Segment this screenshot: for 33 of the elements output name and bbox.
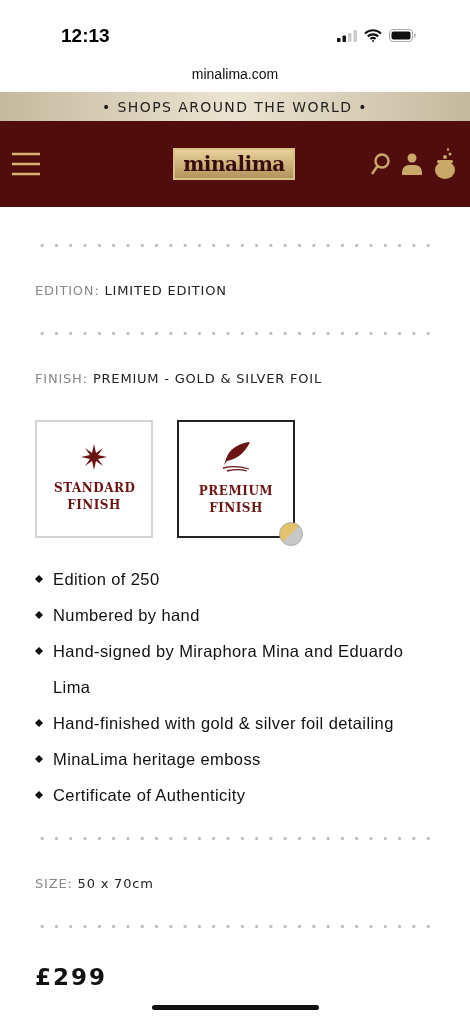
finish-label: FINISH: (35, 371, 88, 386)
feature-text: Numbered by hand (53, 605, 201, 626)
account-icon[interactable] (402, 153, 422, 175)
bullet-icon (35, 575, 43, 583)
search-icon[interactable] (370, 153, 390, 175)
edition-value: LIMITED EDITION (104, 283, 227, 298)
size-value: 50 x 70cm (77, 876, 154, 891)
edition-label: EDITION: (35, 283, 100, 298)
coin-icon (279, 522, 303, 546)
bullet-icon (35, 611, 43, 619)
finish-option[interactable]: PREMIUM FINISH (177, 420, 295, 538)
bullet-icon (35, 791, 43, 799)
bullet-icon (35, 755, 43, 763)
cauldron-icon[interactable] (434, 148, 456, 180)
feature-text: Certificate of Authenticity (53, 785, 247, 806)
feature-text: Hand-signed by Miraphora Mina and Eduardo Lima (53, 641, 405, 698)
price: £299 (35, 964, 108, 990)
finish-value: PREMIUM - GOLD & SILVER FOIL (92, 371, 323, 386)
wifi-icon (364, 29, 382, 42)
feature-text: Edition of 250 (53, 569, 161, 590)
finish-option[interactable]: STANDARD FINISH (35, 420, 153, 538)
size-label: SIZE: (35, 876, 73, 891)
url-text[interactable]: minalima.com (191, 65, 279, 82)
feature-text: MinaLima heritage emboss (53, 749, 262, 770)
logo[interactable]: minalima (173, 148, 295, 180)
bullet-icon (35, 647, 43, 655)
star-icon (81, 444, 107, 470)
status-time: 12:13 (61, 23, 110, 47)
signal-icon (337, 29, 357, 42)
bullet-icon (35, 719, 43, 727)
feature-text: Hand-finished with gold & silver foil detailing (53, 713, 395, 734)
battery-icon (389, 29, 416, 42)
menu-icon[interactable] (12, 152, 40, 176)
